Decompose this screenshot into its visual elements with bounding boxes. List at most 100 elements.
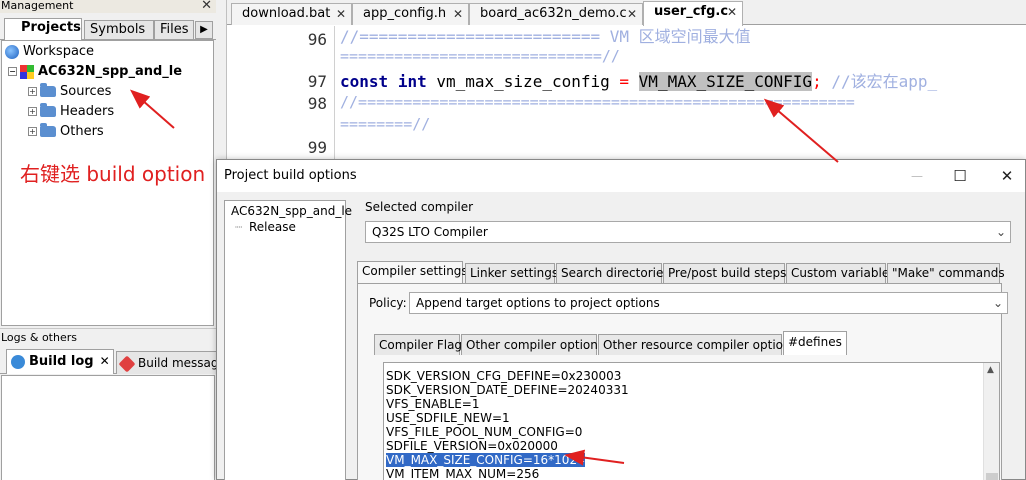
code-comment: //该宏在app_: [831, 72, 938, 91]
tab-compiler-flags[interactable]: Compiler Flags: [374, 334, 468, 355]
close-icon[interactable]: ✕: [997, 166, 1017, 186]
vertical-scrollbar[interactable]: ▲: [983, 363, 999, 480]
tree-item-headers[interactable]: + Headers: [28, 103, 114, 121]
tree-item-workspace[interactable]: Workspace: [5, 43, 94, 61]
close-icon[interactable]: ✕: [727, 2, 737, 22]
management-title-text: Management: [1, 0, 74, 12]
management-panel: Management ✕ Projects Symbols Files ▶ Wo…: [0, 0, 216, 328]
build-messages-icon: [118, 355, 136, 372]
folder-icon: [40, 103, 56, 117]
collapse-icon[interactable]: −: [8, 67, 17, 76]
folder-label: Sources: [60, 84, 112, 99]
policy-label: Policy:: [369, 296, 407, 310]
folder-label: Headers: [60, 104, 115, 119]
tab-build-log[interactable]: Build log ✕: [6, 349, 114, 374]
tab-files[interactable]: Files: [154, 20, 194, 39]
selected-compiler-label: Selected compiler: [365, 200, 474, 214]
editor-tab-active[interactable]: user_cfg.c ✕: [643, 1, 743, 26]
expand-icon[interactable]: +: [28, 107, 37, 116]
editor-tab[interactable]: app_config.h ✕: [352, 3, 469, 25]
close-icon[interactable]: ✕: [627, 4, 637, 24]
tab-make-commands[interactable]: "Make" commands: [887, 263, 1005, 283]
minimize-icon[interactable]: —: [907, 166, 927, 186]
logs-tabs: Build log ✕ Build message: [0, 348, 216, 374]
code-keyword: const: [340, 72, 389, 91]
tab-build-log-label: Build log: [29, 354, 94, 369]
tab-other-compiler-options[interactable]: Other compiler options: [461, 334, 604, 355]
tab-linker-settings[interactable]: Linker settings: [465, 263, 558, 283]
workspace-icon: [5, 44, 19, 59]
tab-symbols[interactable]: Symbols: [84, 20, 154, 39]
maximize-icon[interactable]: ☐: [950, 166, 970, 186]
tree-item-others[interactable]: + Others: [28, 123, 104, 141]
code-line-96[interactable]: //========================= VM 区域空间最大值: [340, 26, 751, 48]
folder-icon: [40, 83, 56, 97]
code-editor: download.bat ✕ app_config.h ✕ board_ac632n…: [226, 0, 1026, 162]
close-icon[interactable]: ✕: [100, 354, 110, 368]
target-item-project[interactable]: AC632N_spp_and_le: [231, 204, 352, 218]
editor-tab-label: download.bat: [242, 6, 331, 21]
code-line-98[interactable]: //======================================…: [340, 94, 855, 110]
tab-projects-label: Projects: [21, 20, 81, 35]
editor-tab-label: app_config.h: [363, 6, 447, 21]
tab-scroll-arrow-icon[interactable]: ▶: [195, 21, 213, 39]
expand-icon[interactable]: +: [28, 87, 37, 96]
define-line-selected: VM_MAX_SIZE_CONFIG=16*1024: [386, 453, 585, 467]
build-log-output[interactable]: [1, 375, 215, 480]
code-identifier: vm_max_size_config: [436, 72, 610, 91]
scrollbar-thumb[interactable]: [986, 473, 998, 480]
workspace-label: Workspace: [23, 44, 95, 59]
chevron-down-icon: ⌄: [992, 296, 1003, 310]
dialog-title: Project build options: [224, 168, 357, 183]
annotation-text: 右键选 build option: [20, 162, 206, 186]
code-line-97[interactable]: const int vm_max_size_config = VM_MAX_SI…: [340, 71, 937, 93]
code-comment: ========//: [340, 115, 431, 133]
code-line-96-continued[interactable]: =============================//: [340, 48, 620, 64]
editor-tab[interactable]: download.bat ✕: [231, 3, 352, 25]
compiler-select[interactable]: Q32S LTO Compiler ⌄: [365, 221, 1011, 243]
code-macro-highlighted: VM_MAX_SIZE_CONFIG: [638, 72, 813, 91]
gutter-divider: [334, 26, 335, 162]
management-close-icon[interactable]: ✕: [201, 0, 212, 12]
editor-tabs: download.bat ✕ app_config.h ✕ board_ac632n…: [227, 0, 1026, 26]
line-number: 97: [307, 72, 327, 91]
editor-tab-label: board_ac632n_demo.c: [480, 6, 627, 21]
define-line: VFS_ENABLE=1: [386, 397, 480, 411]
scroll-up-icon[interactable]: ▲: [987, 365, 994, 375]
tab-compiler-settings[interactable]: Compiler settings: [357, 261, 468, 283]
tab-build-messages[interactable]: Build message: [116, 351, 216, 374]
chevron-down-icon: ⌄: [995, 225, 1006, 239]
policy-select[interactable]: Append target options to project options…: [409, 292, 1008, 314]
project-icon: [20, 64, 34, 79]
settings-tabs: Compiler settings Linker settings Search…: [357, 261, 1005, 283]
line-number: 99: [307, 138, 327, 157]
tab-files-label: Files: [160, 22, 189, 37]
tab-search-directories[interactable]: Search directories: [556, 263, 670, 283]
tab-build-messages-label: Build message: [138, 356, 216, 370]
line-number: 96: [307, 30, 327, 49]
define-line: SDK_VERSION_CFG_DEFINE=0x230003: [386, 369, 622, 383]
close-icon[interactable]: ✕: [453, 4, 463, 24]
editor-tab[interactable]: board_ac632n_demo.c ✕: [469, 3, 643, 25]
tree-item-project[interactable]: − AC632N_spp_and_le: [8, 63, 182, 81]
tab-other-resource-compiler-options[interactable]: Other resource compiler options: [598, 334, 797, 355]
defines-textarea[interactable]: SDK_VERSION_CFG_DEFINE=0x230003 SDK_VERS…: [383, 362, 1000, 480]
tree-item-sources[interactable]: + Sources: [28, 83, 111, 101]
tab-projects[interactable]: Projects: [4, 18, 82, 40]
tab-custom-variables[interactable]: Custom variables: [786, 263, 895, 283]
expand-icon[interactable]: +: [28, 127, 37, 136]
code-comment: =============================//: [340, 47, 620, 65]
code-comment: //========================= VM 区域空间最大值: [340, 27, 751, 46]
compiler-settings-panel: Policy: Append target options to project…: [357, 283, 1008, 480]
logs-title: Logs & others: [1, 331, 77, 344]
target-item-release[interactable]: Release: [249, 220, 296, 234]
code-line-98-continued[interactable]: ========//: [340, 116, 430, 132]
tab-pre-post-build-steps[interactable]: Pre/post build steps: [663, 263, 786, 283]
tree-connector-icon: ┈: [235, 220, 243, 234]
folder-icon: [40, 123, 56, 137]
close-icon[interactable]: ✕: [336, 4, 346, 24]
tab-defines[interactable]: #defines: [783, 331, 847, 355]
define-line: USE_SDFILE_NEW=1: [386, 411, 510, 425]
define-line: SDFILE_VERSION=0x020000: [386, 439, 558, 453]
target-list: AC632N_spp_and_le ┈ Release: [224, 200, 352, 480]
